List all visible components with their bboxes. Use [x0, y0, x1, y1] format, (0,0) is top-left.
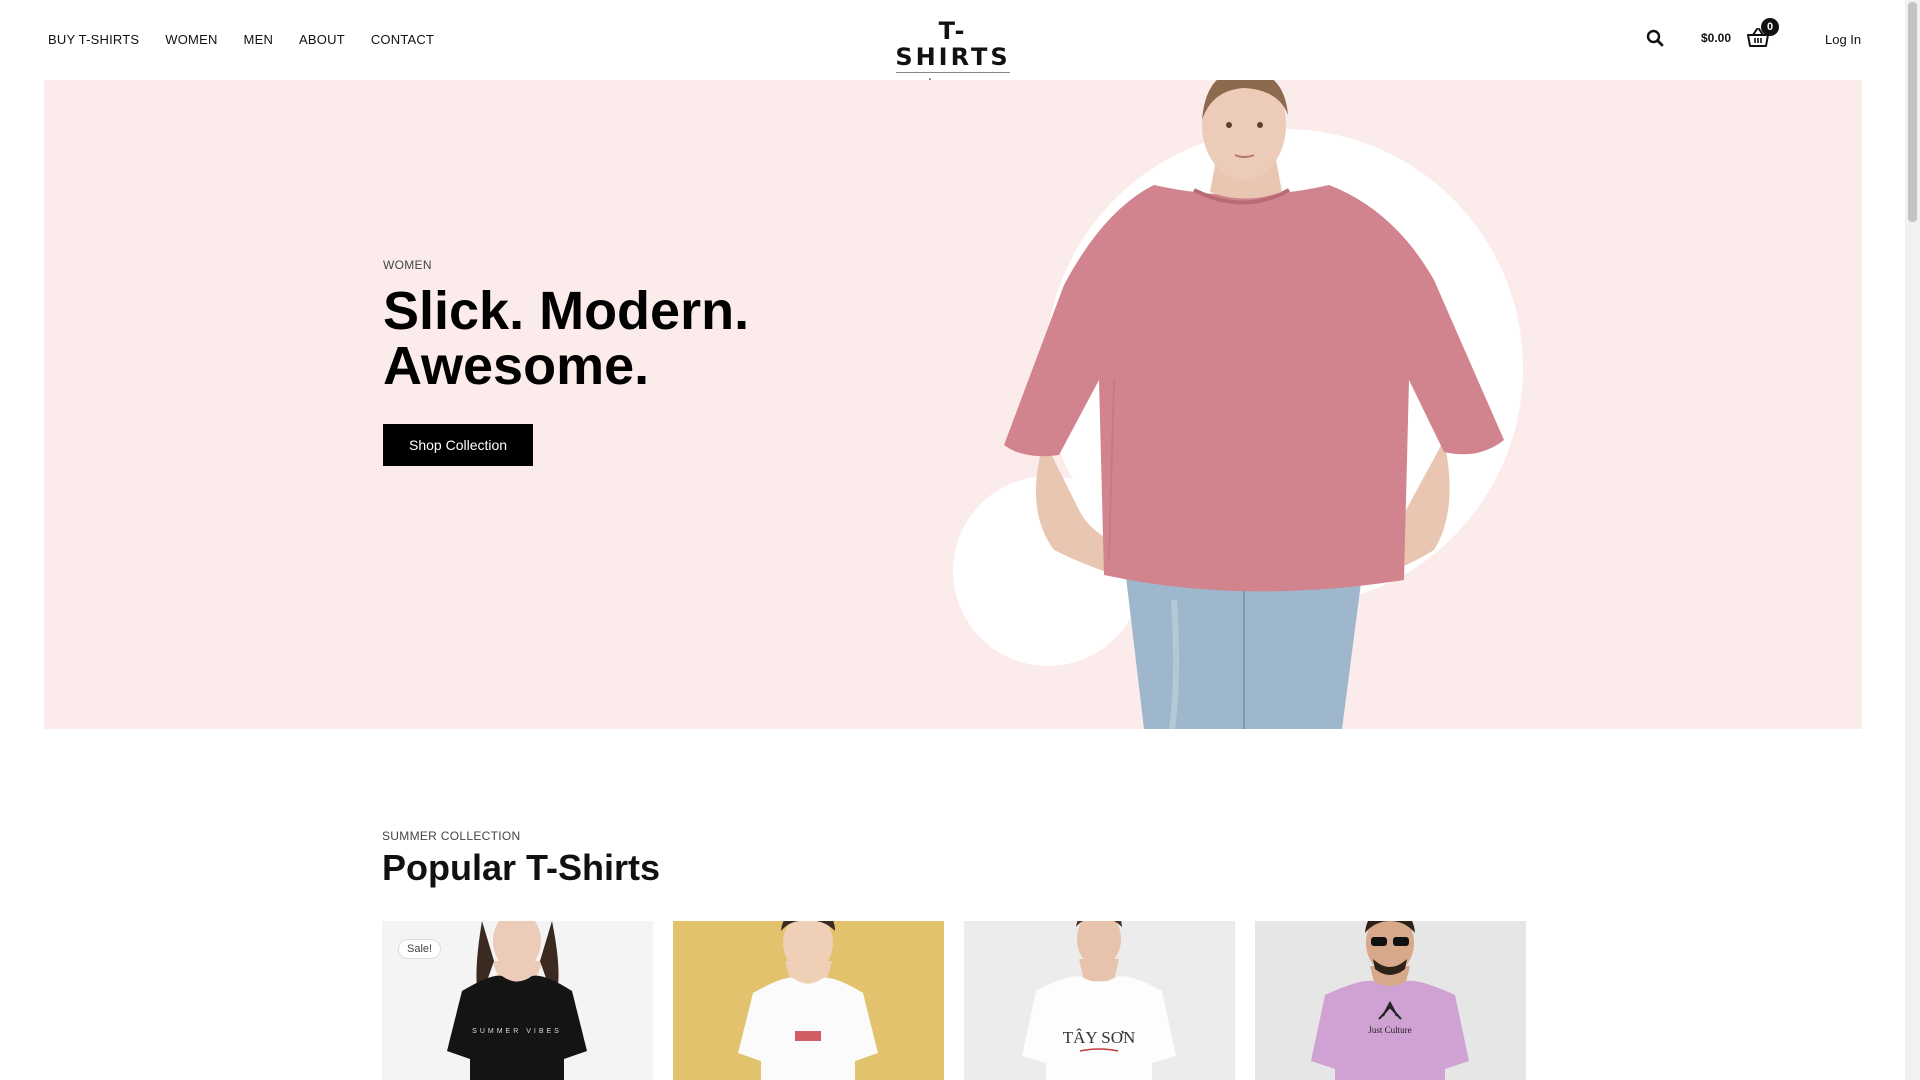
section-title: Popular T-Shirts [382, 847, 661, 888]
logo-divider [896, 72, 1010, 73]
sale-badge: Sale! [398, 939, 442, 959]
search-icon[interactable] [1646, 29, 1664, 47]
scrollbar-thumb[interactable] [1908, 2, 1917, 222]
page-scrollbar[interactable] [1905, 0, 1920, 1080]
nav-item-contact[interactable]: CONTACT [371, 32, 434, 47]
section-eyebrow: SUMMER COLLECTION [382, 829, 521, 843]
hero-model-image [1004, 80, 1504, 729]
svg-text:Just Culture: Just Culture [1368, 1025, 1411, 1035]
shop-collection-button[interactable]: Shop Collection [383, 424, 534, 466]
product-image: Just Culture [1311, 921, 1469, 1080]
product-card[interactable]: SUMMER VIBES Sale! [382, 921, 653, 1080]
cart-total: $0.00 [1701, 31, 1732, 45]
login-link[interactable]: Log In [1825, 32, 1861, 47]
hero-eyebrow: WOMEN [383, 258, 432, 272]
hero-content: WOMEN Slick. Modern. Awesome. Shop Colle… [383, 258, 803, 466]
basket-icon: 0 [1747, 18, 1780, 48]
product-grid: SUMMER VIBES Sale! TÂY SƠN Just Culture [382, 921, 1526, 1080]
main-nav: BUY T-SHIRTS WOMEN MEN ABOUT CONTACT [48, 32, 460, 47]
hero-title-line-1: Slick. Modern. [383, 281, 750, 341]
svg-text:SUMMER VIBES: SUMMER VIBES [472, 1028, 562, 1035]
popular-products-section: SUMMER COLLECTION Popular T-Shirts SUMME… [382, 829, 1526, 1080]
cart-count-badge: 0 [1761, 18, 1780, 36]
product-card[interactable]: Just Culture [1255, 921, 1526, 1080]
nav-item-women[interactable]: WOMEN [165, 32, 217, 47]
cart-button[interactable]: $0.00 0 [1701, 18, 1780, 48]
product-image: TÂY SƠN [1022, 921, 1176, 1080]
nav-item-about[interactable]: ABOUT [299, 32, 345, 47]
product-card[interactable] [673, 921, 944, 1080]
hero-title: Slick. Modern. Awesome. [383, 284, 803, 394]
hero-banner: WOMEN Slick. Modern. Awesome. Shop Colle… [44, 80, 1862, 729]
site-header: BUY T-SHIRTS WOMEN MEN ABOUT CONTACT T-S… [0, 0, 1905, 90]
product-image [738, 921, 878, 1080]
nav-item-buy-t-shirts[interactable]: BUY T-SHIRTS [48, 32, 139, 47]
product-card[interactable]: TÂY SƠN [964, 921, 1235, 1080]
logo-main-text: T-SHIRTS [895, 17, 1011, 71]
nav-item-men[interactable]: MEN [244, 32, 274, 47]
hero-title-line-2: Awesome. [383, 336, 650, 396]
svg-text:TÂY SƠN: TÂY SƠN [1063, 1028, 1136, 1047]
